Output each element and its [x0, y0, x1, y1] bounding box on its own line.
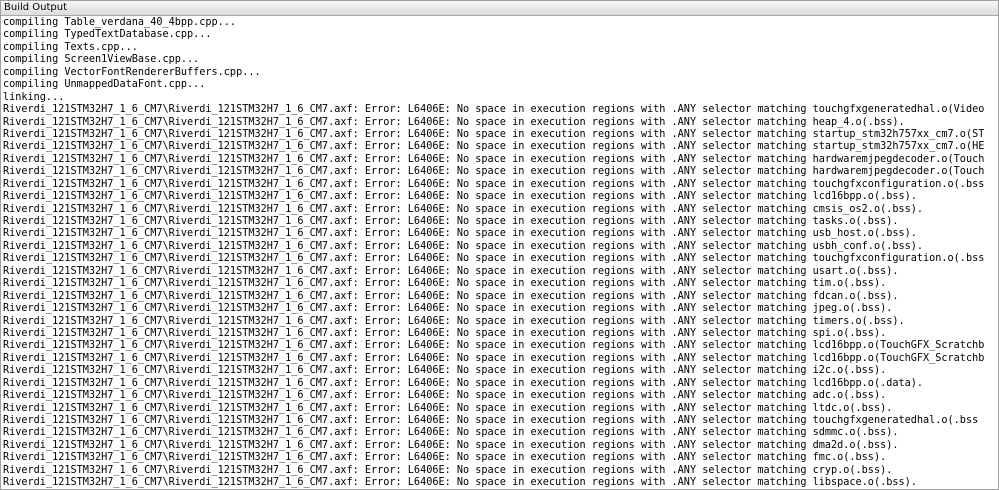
- output-line: Riverdi_121STM32H7_1_6_CM7\Riverdi_121ST…: [3, 216, 899, 227]
- output-line: Riverdi_121STM32H7_1_6_CM7\Riverdi_121ST…: [3, 340, 985, 352]
- output-line: Riverdi_121STM32H7_1_6_CM7\Riverdi_121ST…: [3, 452, 887, 464]
- output-line: Riverdi_121STM32H7_1_6_CM7\Riverdi_121ST…: [3, 116, 905, 128]
- output-line: Riverdi_121STM32H7_1_6_CM7\Riverdi_121ST…: [3, 166, 985, 178]
- output-line: Riverdi_121STM32H7_1_6_CM7\Riverdi_121ST…: [3, 415, 979, 426]
- output-line: Riverdi_121STM32H7_1_6_CM7\Riverdi_121ST…: [3, 402, 893, 414]
- output-line: Riverdi_121STM32H7_1_6_CM7\Riverdi_121ST…: [3, 352, 985, 364]
- build-output-panel: Build Output compiling Table_verdana_40_…: [0, 0, 999, 490]
- output-line: Riverdi_121STM32H7_1_6_CM7\Riverdi_121ST…: [3, 390, 887, 402]
- output-line: compiling VectorFontRendererBuffers.cpp.…: [3, 66, 261, 78]
- output-line: Riverdi_121STM32H7_1_6_CM7\Riverdi_121ST…: [3, 141, 985, 153]
- output-line: Riverdi_121STM32H7_1_6_CM7\Riverdi_121ST…: [3, 365, 887, 377]
- output-line: Riverdi_121STM32H7_1_6_CM7\Riverdi_121ST…: [3, 315, 905, 327]
- output-line: compiling Screen1ViewBase.cpp...: [3, 54, 200, 66]
- output-line: Riverdi_121STM32H7_1_6_CM7\Riverdi_121ST…: [3, 327, 887, 339]
- output-log[interactable]: compiling Table_verdana_40_4bpp.cpp... co…: [3, 17, 998, 489]
- output-line: Riverdi_121STM32H7_1_6_CM7\Riverdi_121ST…: [3, 153, 985, 165]
- output-line: Riverdi_121STM32H7_1_6_CM7\Riverdi_121ST…: [3, 265, 899, 277]
- output-line: Riverdi_121STM32H7_1_6_CM7\Riverdi_121ST…: [3, 191, 917, 203]
- output-line: Riverdi_121STM32H7_1_6_CM7\Riverdi_121ST…: [3, 128, 985, 140]
- output-line: Riverdi_121STM32H7_1_6_CM7\Riverdi_121ST…: [3, 477, 917, 489]
- output-line: compiling Table_verdana_40_4bpp.cpp...: [3, 17, 237, 28]
- output-line: compiling Texts.cpp...: [3, 41, 138, 53]
- output-line: compiling TypedTextDatabase.cpp...: [3, 29, 212, 41]
- output-line: Riverdi_121STM32H7_1_6_CM7\Riverdi_121ST…: [3, 203, 924, 215]
- output-line: linking...: [3, 91, 65, 103]
- output-line: compiling UnmappedDataFont.cpp...: [3, 79, 206, 91]
- output-line: Riverdi_121STM32H7_1_6_CM7\Riverdi_121ST…: [3, 240, 924, 252]
- output-line: Riverdi_121STM32H7_1_6_CM7\Riverdi_121ST…: [3, 228, 917, 240]
- output-line: Riverdi_121STM32H7_1_6_CM7\Riverdi_121ST…: [3, 178, 985, 190]
- output-line: Riverdi_121STM32H7_1_6_CM7\Riverdi_121ST…: [3, 464, 893, 476]
- panel-title: Build Output: [1, 1, 998, 16]
- output-line: Riverdi_121STM32H7_1_6_CM7\Riverdi_121ST…: [3, 303, 893, 315]
- output-line: Riverdi_121STM32H7_1_6_CM7\Riverdi_121ST…: [3, 253, 985, 265]
- output-line: Riverdi_121STM32H7_1_6_CM7\Riverdi_121ST…: [3, 278, 887, 290]
- output-line: Riverdi_121STM32H7_1_6_CM7\Riverdi_121ST…: [3, 377, 924, 389]
- output-line: Riverdi_121STM32H7_1_6_CM7\Riverdi_121ST…: [3, 427, 899, 439]
- output-line: Riverdi_121STM32H7_1_6_CM7\Riverdi_121ST…: [3, 104, 985, 116]
- output-line: Riverdi_121STM32H7_1_6_CM7\Riverdi_121ST…: [3, 290, 899, 302]
- output-line: Riverdi_121STM32H7_1_6_CM7\Riverdi_121ST…: [3, 439, 899, 451]
